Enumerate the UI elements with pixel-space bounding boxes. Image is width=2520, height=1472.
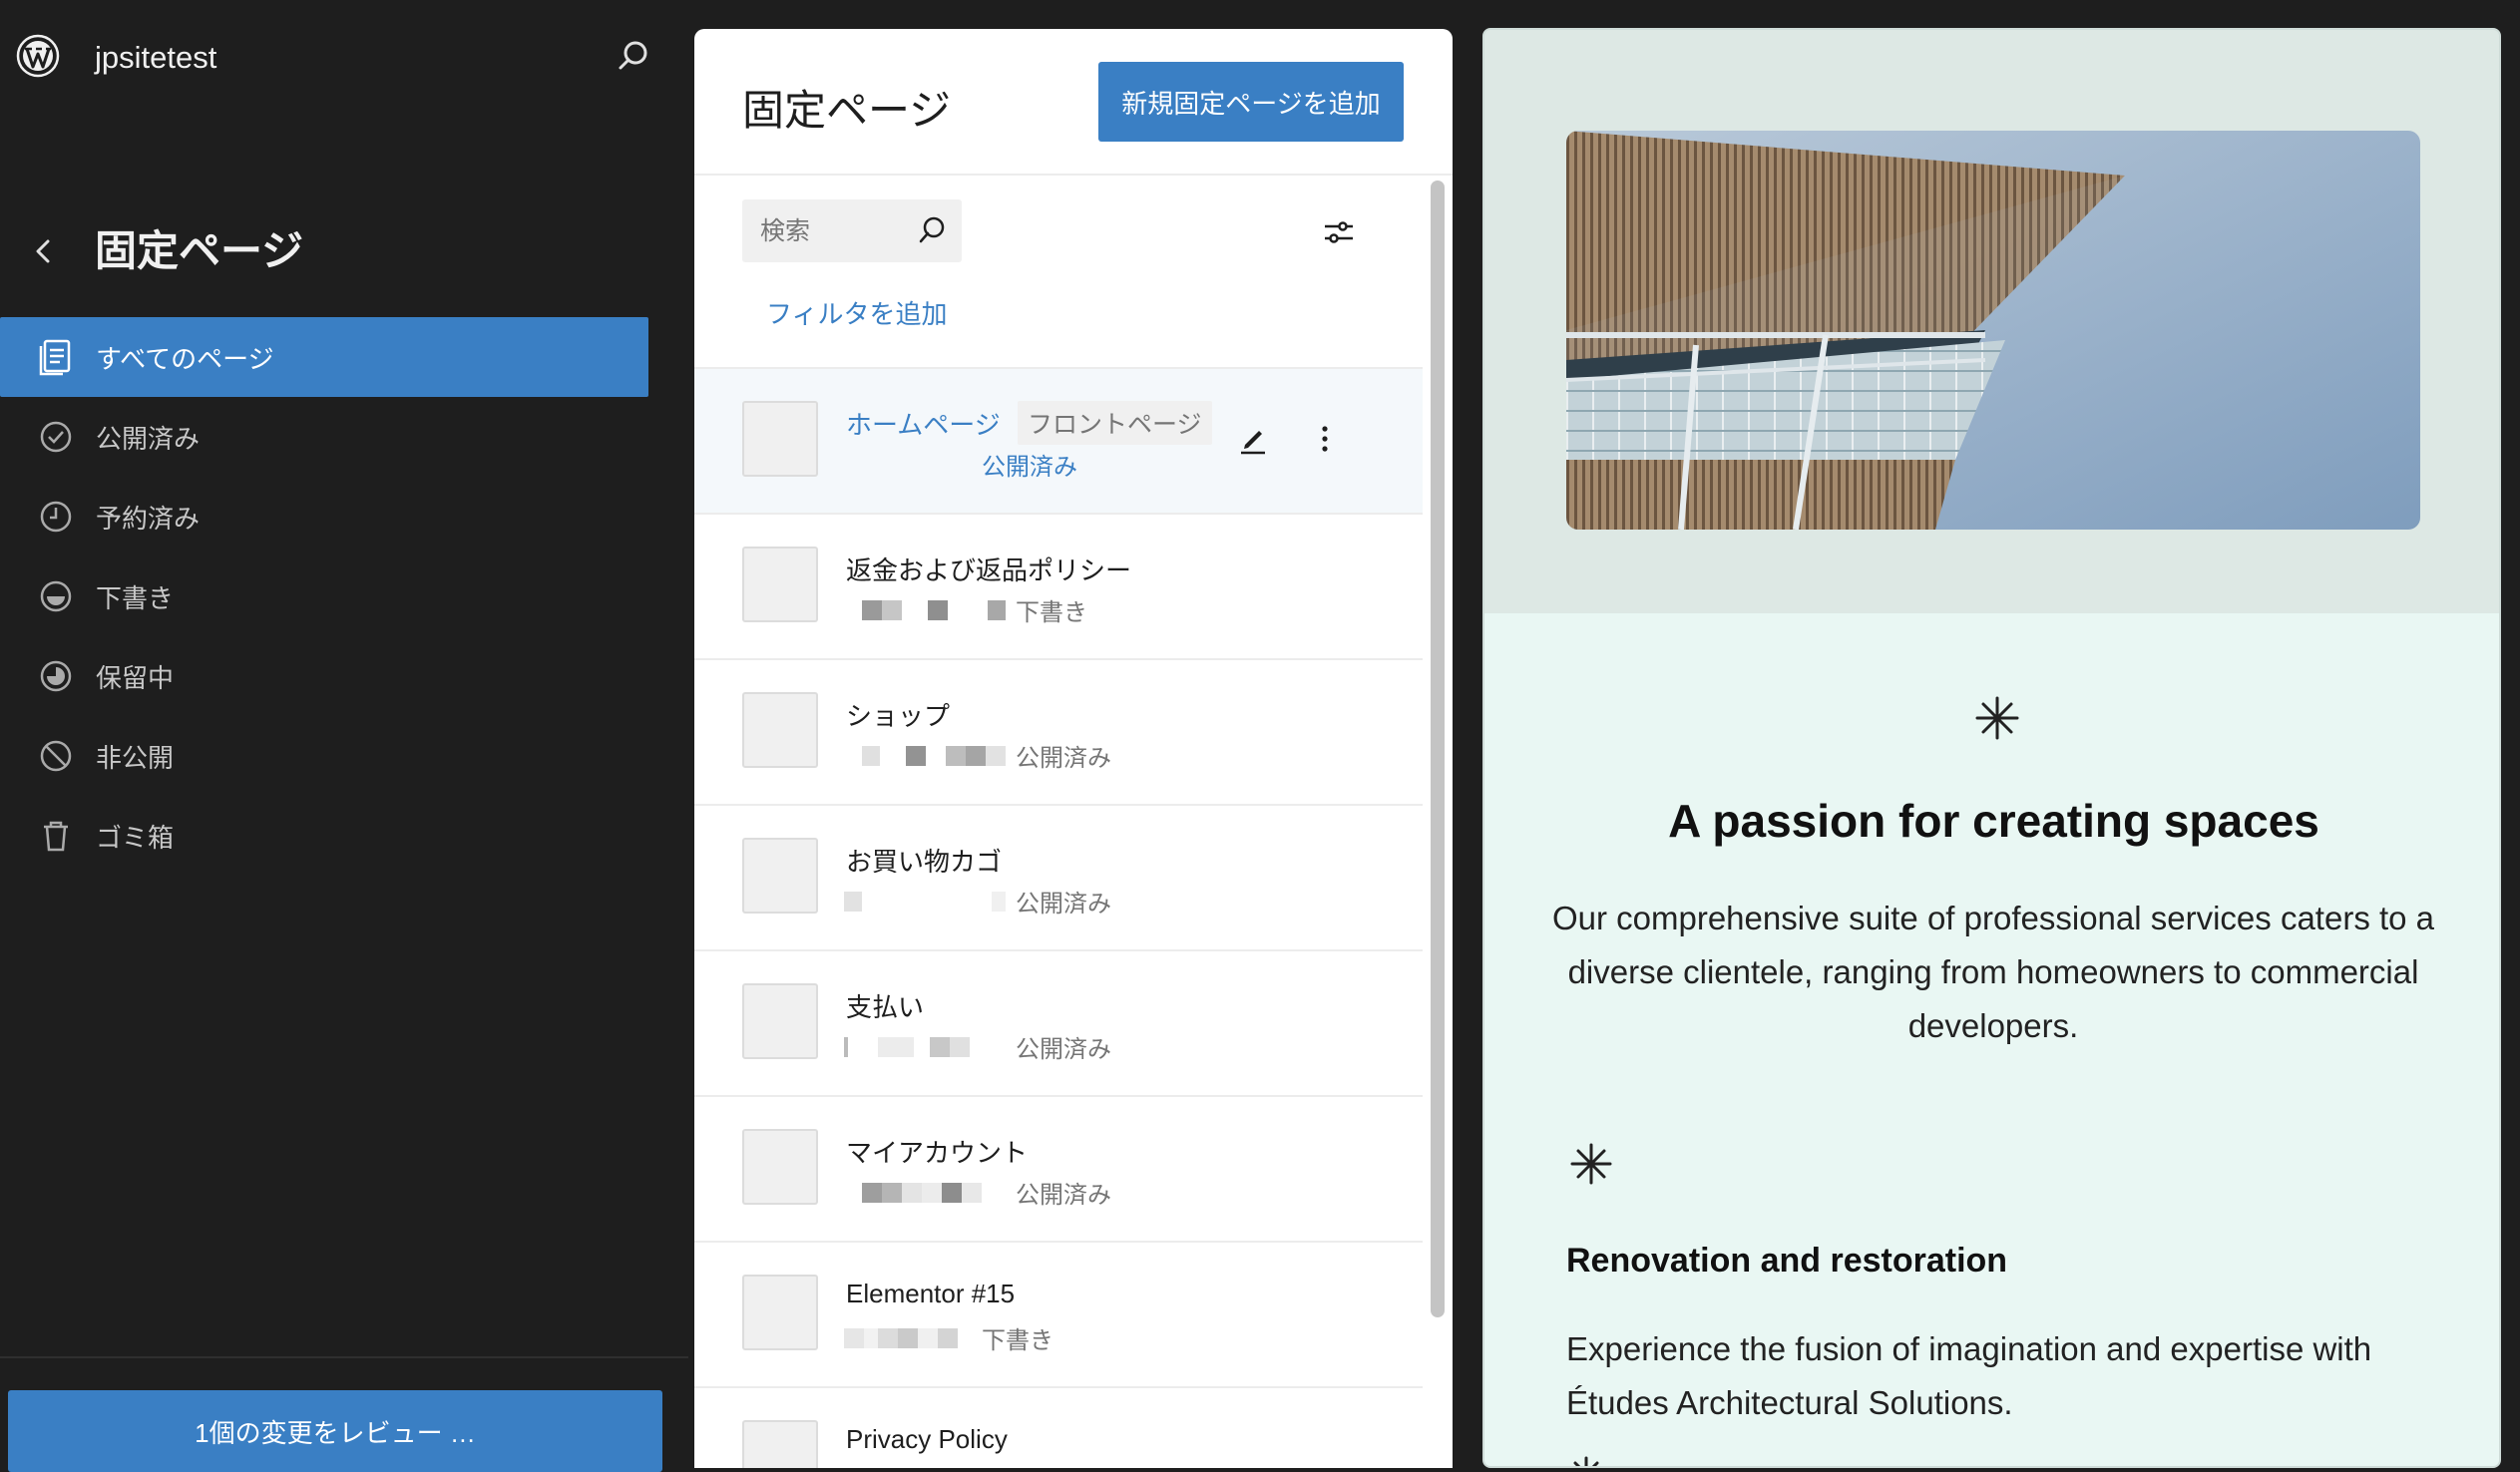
service-heading: Renovation and restoration: [1566, 1242, 2008, 1280]
asterisk-icon: [1566, 1139, 1616, 1189]
sidebar-item-label: ゴミ箱: [96, 822, 175, 853]
search-box[interactable]: [742, 199, 962, 264]
chevron-left-icon[interactable]: [24, 231, 64, 271]
pages-icon: [36, 337, 76, 377]
page-title-link[interactable]: お買い物カゴ: [846, 842, 1002, 879]
page-thumbnail[interactable]: [742, 401, 818, 477]
page-title-link[interactable]: Elementor #15: [846, 1279, 1015, 1309]
status-badge: 下書き: [1016, 599, 1087, 626]
sidebar-footer-divider: [0, 1356, 688, 1358]
page-thumbnail[interactable]: [742, 692, 818, 768]
sidebar-item-label: 保留中: [96, 662, 175, 693]
search-icon[interactable]: [914, 213, 950, 249]
service-text: Experience the fusion of imagination and…: [1566, 1330, 2372, 1421]
sidebar-item-pending[interactable]: 保留中: [0, 636, 648, 716]
sidebar-item-label: 公開済み: [96, 423, 201, 454]
page-thumbnail[interactable]: [742, 1420, 818, 1468]
sidebar-item-private[interactable]: 非公開: [0, 716, 648, 796]
header-divider: [694, 174, 1453, 176]
table-row[interactable]: 返金および返品ポリシー 下書き: [694, 515, 1423, 660]
edit-pencil-icon[interactable]: [1235, 421, 1271, 457]
search-icon[interactable]: [615, 38, 652, 76]
sidebar-item-scheduled[interactable]: 予約済み: [0, 477, 648, 556]
private-icon: [36, 736, 76, 776]
status-badge: 公開済み: [1016, 1182, 1111, 1209]
page-title-link[interactable]: Privacy Policy: [846, 1424, 1008, 1455]
search-input[interactable]: [758, 199, 912, 264]
sidebar-item-label: 非公開: [96, 742, 175, 773]
redacted-date: [862, 600, 1006, 620]
page-title-link[interactable]: ショップ: [846, 696, 950, 733]
trash-icon: [36, 816, 76, 856]
nav-list: すべてのページ 公開済み 予約済み 下書き 保留中 非公開 ゴミ箱: [0, 317, 648, 876]
wordpress-logo-icon[interactable]: [16, 34, 60, 78]
published-icon: [36, 417, 76, 457]
table-row[interactable]: Privacy Policy: [694, 1388, 1423, 1468]
redacted-date: [844, 1328, 958, 1348]
sidebar-item-published[interactable]: 公開済み: [0, 397, 648, 477]
scrollbar-thumb[interactable]: [1431, 181, 1445, 1317]
site-title[interactable]: jpsitetest: [95, 40, 216, 76]
status-badge: 下書き: [982, 1327, 1053, 1354]
asterisk-icon: [1566, 1454, 1606, 1466]
pages-panel: 固定ページ 新規固定ページを追加 フィルタを追加 ホームページ フロントページ …: [694, 29, 1453, 1468]
status-badge: 公開済み: [982, 454, 1077, 481]
front-page-badge: フロントページ: [1018, 401, 1212, 445]
page-title: 固定ページ: [742, 87, 952, 134]
table-row[interactable]: ショップ 公開済み: [694, 660, 1423, 806]
table-row[interactable]: Elementor #15 下書き: [694, 1243, 1423, 1388]
redacted-date: [844, 892, 1006, 912]
add-filter-link[interactable]: フィルタを追加: [766, 294, 947, 331]
redacted-date: [862, 1183, 982, 1203]
status-badge: 公開済み: [1016, 891, 1111, 918]
sidebar-heading: 固定ページ: [95, 227, 304, 274]
sidebar-item-drafts[interactable]: 下書き: [0, 556, 648, 636]
scheduled-icon: [36, 497, 76, 537]
view-options-icon[interactable]: [1321, 214, 1357, 250]
redacted-date: [844, 1037, 970, 1057]
page-title-link[interactable]: ホームページ: [846, 405, 1001, 442]
status-badge: 公開済み: [1016, 1036, 1111, 1063]
table-row[interactable]: 支払い 公開済み: [694, 951, 1423, 1097]
asterisk-icon: [1969, 690, 2025, 746]
page-thumbnail[interactable]: [742, 838, 818, 914]
sidebar-item-label: 下書き: [96, 582, 175, 613]
preview-paragraph: Our comprehensive suite of professional …: [1551, 900, 2435, 1044]
sidebar: jpsitetest 固定ページ すべてのページ 公開済み 予約済み 下書き 保…: [0, 0, 688, 1472]
table-row[interactable]: お買い物カゴ 公開済み: [694, 806, 1423, 951]
add-new-page-button[interactable]: 新規固定ページを追加: [1098, 62, 1404, 142]
table-row[interactable]: マイアカウント 公開済み: [694, 1097, 1423, 1243]
sidebar-item-label: 予約済み: [96, 503, 201, 534]
page-list: ホームページ フロントページ 公開済み 返金および返品ポリシー 下書き ショップ…: [694, 369, 1423, 1468]
hero-image: [1566, 131, 2420, 530]
page-title-link[interactable]: 支払い: [846, 987, 924, 1024]
pending-icon: [36, 656, 76, 696]
page-title-link[interactable]: 返金および返品ポリシー: [846, 551, 1131, 587]
page-thumbnail[interactable]: [742, 983, 818, 1059]
drafts-icon: [36, 576, 76, 616]
table-row[interactable]: ホームページ フロントページ 公開済み: [694, 369, 1423, 515]
review-changes-button[interactable]: 1個の変更をレビュー …: [8, 1390, 662, 1472]
redacted-date: [862, 746, 1006, 766]
status-badge: 公開済み: [1016, 745, 1111, 772]
site-preview[interactable]: A passion for creating spaces Our compre…: [1482, 28, 2501, 1468]
page-title-link[interactable]: マイアカウント: [846, 1133, 1028, 1170]
sidebar-item-trash[interactable]: ゴミ箱: [0, 796, 648, 876]
page-thumbnail[interactable]: [742, 1129, 818, 1205]
more-options-icon[interactable]: [1307, 421, 1343, 457]
sidebar-item-label: すべてのページ: [96, 343, 274, 374]
page-thumbnail[interactable]: [742, 1275, 818, 1350]
page-thumbnail[interactable]: [742, 547, 818, 622]
sidebar-item-all-pages[interactable]: すべてのページ: [0, 317, 648, 397]
preview-heading: A passion for creating spaces: [1668, 795, 2319, 847]
